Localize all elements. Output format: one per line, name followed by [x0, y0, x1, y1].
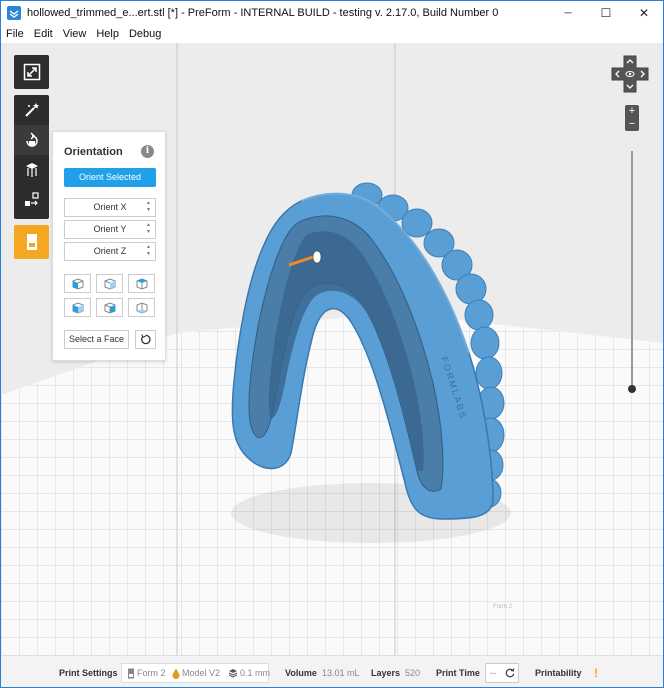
camera-nav-pad: [611, 55, 649, 93]
menu-debug[interactable]: Debug: [124, 25, 166, 43]
orientation-panel: Orientation i Orient Selected Orient X ▲…: [52, 131, 166, 361]
menu-help[interactable]: Help: [91, 25, 124, 43]
resin-drop-icon: [172, 668, 180, 679]
preform-app-icon: [7, 6, 21, 20]
panel-title: Orientation: [64, 146, 123, 158]
status-bar: Print Settings Form 2 Model V2 0.1 mm Vo…: [1, 655, 663, 687]
layout-icon: [24, 192, 39, 206]
stepper-arrows-icon[interactable]: ▲ ▼: [146, 222, 151, 236]
view-front-button[interactable]: [64, 274, 91, 293]
tools-toolbar: [14, 95, 49, 219]
printability-warning-icon[interactable]: !: [594, 656, 598, 687]
menu-bar: File Edit View Help Debug: [1, 25, 663, 43]
menu-file[interactable]: File: [1, 25, 29, 43]
window-title: hollowed_trimmed_e...ert.stl [*] - PreFo…: [27, 7, 499, 19]
fit-to-view-icon: [23, 63, 40, 81]
volume-label: Volume: [285, 668, 317, 678]
stepper-arrows-icon[interactable]: ▲ ▼: [146, 244, 151, 258]
layer-slider-track[interactable]: [631, 151, 633, 387]
view-right-button[interactable]: [96, 298, 123, 317]
print-icon: [26, 234, 37, 250]
orient-y-label: Orient Y: [93, 224, 127, 234]
cube-bottom-icon: [136, 301, 147, 314]
layer-height: 0.1 mm: [240, 668, 271, 678]
minimize-button[interactable]: ─: [549, 1, 587, 25]
cube-back-icon: [104, 277, 115, 290]
auto-tool-button[interactable]: [14, 95, 49, 125]
layer-slider-handle[interactable]: [628, 385, 636, 393]
orientation-tool-button[interactable]: [14, 125, 49, 155]
layout-tool-button[interactable]: [14, 185, 49, 215]
3d-viewport[interactable]: Form 2 FORMLABS Orientation i Orient Sel…: [1, 43, 663, 655]
orient-selected-button[interactable]: Orient Selected: [64, 168, 156, 187]
view-back-button[interactable]: [96, 274, 123, 293]
menu-edit[interactable]: Edit: [29, 25, 58, 43]
supports-icon: [25, 163, 38, 177]
cube-top-icon: [136, 277, 147, 290]
platform-grid: [1, 313, 663, 655]
close-button[interactable]: ✕: [625, 1, 663, 25]
orientation-handle[interactable]: [312, 250, 322, 264]
zoom-in-button[interactable]: +: [625, 105, 639, 118]
printer-icon: [128, 668, 134, 679]
printability-label: Printability: [535, 668, 582, 678]
zoom-control: + −: [625, 105, 639, 131]
view-left-button[interactable]: [64, 298, 91, 317]
title-bar: hollowed_trimmed_e...ert.stl [*] - PreFo…: [1, 1, 663, 25]
layers-value: 520: [405, 668, 421, 678]
view-bottom-button[interactable]: [128, 298, 155, 317]
orientation-icon: [25, 132, 38, 147]
info-icon[interactable]: i: [141, 145, 154, 158]
print-settings-label: Print Settings: [59, 668, 118, 678]
maximize-button[interactable]: ☐: [587, 1, 625, 25]
select-face-button[interactable]: Select a Face: [64, 330, 129, 349]
print-time-label: Print Time: [436, 668, 480, 678]
cube-front-icon: [72, 277, 83, 290]
fit-to-view-button[interactable]: [14, 55, 49, 89]
print-time-box[interactable]: --: [485, 663, 519, 683]
orient-z-stepper[interactable]: Orient Z ▲ ▼: [64, 242, 156, 261]
orient-z-label: Orient Z: [93, 246, 127, 256]
print-toolbar: [14, 225, 49, 259]
orient-y-stepper[interactable]: Orient Y ▲ ▼: [64, 220, 156, 239]
fit-view-toolbar: [14, 55, 49, 89]
view-top-button[interactable]: [128, 274, 155, 293]
orient-x-label: Orient X: [93, 202, 127, 212]
supports-tool-button[interactable]: [14, 155, 49, 185]
stepper-arrows-icon[interactable]: ▲ ▼: [146, 200, 151, 214]
orient-x-stepper[interactable]: Orient X ▲ ▼: [64, 198, 156, 217]
zoom-out-button[interactable]: −: [625, 118, 639, 131]
print-time-value: --: [490, 668, 496, 678]
material-name: Model V2: [182, 668, 221, 678]
cube-right-icon: [104, 301, 115, 314]
platform-label: Form 2: [493, 604, 513, 610]
volume-value: 13.01 mL: [322, 668, 360, 678]
layers-label: Layers: [371, 668, 401, 678]
print-button[interactable]: [14, 225, 49, 259]
refresh-icon[interactable]: [505, 668, 515, 678]
magic-wand-icon: [24, 103, 39, 117]
printer-name: Form 2: [137, 668, 166, 678]
reset-orientation-button[interactable]: [135, 330, 156, 349]
cube-left-icon: [72, 301, 83, 314]
layers-icon: [228, 669, 238, 678]
print-settings-box[interactable]: Form 2 Model V2 0.1 mm: [121, 663, 271, 683]
camera-nav-icon: [611, 55, 649, 93]
reset-icon: [141, 334, 151, 345]
menu-view[interactable]: View: [58, 25, 92, 43]
app-window: hollowed_trimmed_e...ert.stl [*] - PreFo…: [0, 0, 664, 688]
